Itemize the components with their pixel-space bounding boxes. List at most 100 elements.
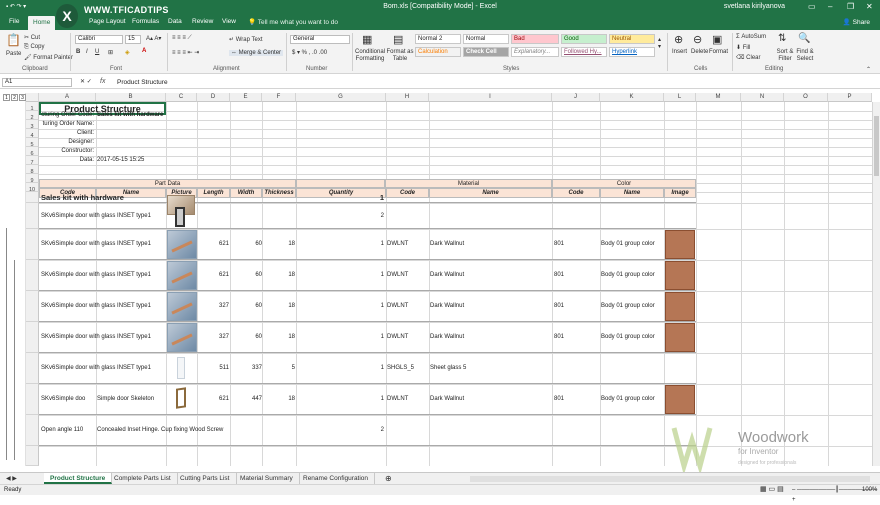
style-explanatory[interactable]: Explanatory... [511,47,559,57]
part-quantity[interactable]: 1 [296,193,384,202]
tab-home[interactable]: Home [28,16,56,30]
share-button[interactable]: 👤 Share [843,18,870,26]
color-name[interactable]: Body 01 group color [601,271,663,280]
wrap-text-button[interactable]: ↵ Wrap Text [229,36,263,43]
fx-icon[interactable]: fx [100,78,105,85]
format-as-table-icon[interactable]: ▤ [393,33,403,46]
add-sheet-icon[interactable]: ⊕ [385,474,392,483]
row-header[interactable]: 6 [26,147,39,157]
style-check-cell[interactable]: Check Cell [463,47,509,57]
column-header[interactable]: B [96,93,166,102]
row-header[interactable] [26,322,39,353]
part-quantity[interactable]: 1 [296,333,384,342]
row-header[interactable] [26,203,39,229]
part-width[interactable]: 337 [230,364,262,373]
column-header[interactable]: K [600,93,664,102]
part-code[interactable]: SKv6Simple door with glass INSET type1 [41,271,167,280]
row-header[interactable]: 1 [26,102,39,112]
part-length[interactable]: 621 [197,271,229,280]
row-header[interactable]: 9 [26,174,39,184]
column-header[interactable]: P [828,93,872,102]
part-quantity[interactable]: 2 [296,426,384,435]
sheet-tab-material-summary[interactable]: Material Summary [234,473,300,484]
sort-filter-icon[interactable]: ⇅ [778,33,786,44]
color-code[interactable]: 801 [554,395,600,404]
tab-review[interactable]: Review [192,18,213,25]
row-header[interactable]: 3 [26,120,39,130]
column-header[interactable]: F [262,93,296,102]
outline-level-3[interactable]: 3 [19,94,26,101]
part-width[interactable]: 60 [230,333,262,342]
style-bad[interactable]: Bad [511,34,559,44]
part-code[interactable]: SKv6Simple door with glass INSET type1 [41,240,167,249]
tab-data[interactable]: Data [168,18,182,25]
row-header[interactable] [26,415,39,446]
color-name[interactable]: Body 01 group color [601,302,663,311]
part-thickness[interactable]: 18 [262,395,295,404]
part-thickness[interactable]: 5 [262,364,295,373]
material-name[interactable]: Sheet glass 5 [430,364,550,373]
sheet-tab-rename-config[interactable]: Rename Configuration [297,473,376,484]
sheet-tab-product-structure[interactable]: Product Structure [44,473,113,484]
cut-button[interactable]: ✂ Cut [24,34,40,41]
view-normal-icon[interactable]: ▦ ▭ ▤ [760,485,784,495]
maximize-icon[interactable]: ❐ [847,2,854,11]
part-length[interactable]: 621 [197,240,229,249]
quick-access-toolbar-icon[interactable]: ▪ ↶ ↷ ▾ [6,3,26,10]
user-name[interactable]: svetlana kirilyanova [724,3,785,10]
column-header[interactable]: L [664,93,696,102]
row-header[interactable]: 2 [26,111,39,121]
part-quantity[interactable]: 1 [296,271,384,280]
part-code[interactable]: SKv6Simple door with glass INSET type1 [41,364,167,373]
sheet-tab-complete-parts[interactable]: Complete Parts List [108,473,178,484]
part-width[interactable]: 60 [230,302,262,311]
sort-filter-button[interactable]: Sort & Filter [774,49,796,63]
row-header[interactable]: 8 [26,165,39,175]
merge-center-button[interactable]: ⇔ Merge & Center [229,50,284,56]
part-code[interactable]: SKv6Simple door with glass INSET type1 [41,333,167,342]
font-grow-icon[interactable]: A▴ A▾ [146,35,161,42]
copy-button[interactable]: ⎘ Copy [24,44,44,51]
outline-level-1[interactable]: 1 [3,94,10,101]
part-length[interactable]: 511 [197,364,229,373]
part-length[interactable]: 621 [197,395,229,404]
style-normal2[interactable]: Normal 2 [415,34,461,44]
align-left-icon[interactable]: ≡ ≡ ≡ ⇤ ⇥ [172,49,199,56]
meta-value[interactable]: 2017-05-15 15:25 [97,156,217,165]
style-good[interactable]: Good [561,34,607,44]
part-thickness[interactable]: 18 [262,271,295,280]
autosum-button[interactable]: Σ AutoSum [736,34,766,40]
ribbon-display-icon[interactable]: ▭ [808,2,816,11]
scroll-thumb[interactable] [874,116,879,176]
worksheet-grid[interactable]: Product Structure cturing Order Code: Sal… [39,102,872,466]
sheet-nav-icon[interactable]: ◀ ▶ [6,475,17,482]
delete-cells-button[interactable]: Delete [691,49,708,55]
vertical-scrollbar[interactable] [872,102,880,466]
tab-view[interactable]: View [222,18,236,25]
row-header[interactable]: 7 [26,156,39,166]
color-code[interactable]: 801 [554,302,600,311]
tab-page-layout[interactable]: Page Layout [89,18,126,25]
row-header[interactable] [26,192,39,203]
part-length[interactable]: 327 [197,333,229,342]
part-code[interactable]: SKv6Simple door with glass INSET type1 [41,212,167,221]
conditional-formatting-button[interactable]: Conditional Formatting [355,49,385,63]
borders-icon[interactable]: ⊞ [108,49,113,56]
row-header[interactable]: 10 [26,183,39,193]
column-header[interactable]: N [741,93,784,102]
collapse-ribbon-icon[interactable]: ⌃ [866,66,871,73]
select-all-corner[interactable] [26,93,39,102]
row-header[interactable] [26,291,39,322]
close-icon[interactable]: ✕ [866,2,873,11]
zoom-level[interactable]: 100% [862,485,877,495]
tab-formulas[interactable]: Formulas [132,18,159,25]
color-name[interactable]: Body 01 group color [601,240,663,249]
clear-button[interactable]: ⌫ Clear [736,54,761,61]
horizontal-scrollbar[interactable] [470,476,870,482]
row-header[interactable] [26,260,39,291]
format-painter-button[interactable]: 🖌 Format Painter [24,54,73,61]
row-header[interactable]: 4 [26,129,39,139]
format-as-table-button[interactable]: Format as Table [386,49,414,63]
material-name[interactable]: Dark Wallnut [430,240,550,249]
part-thickness[interactable]: 18 [262,302,295,311]
